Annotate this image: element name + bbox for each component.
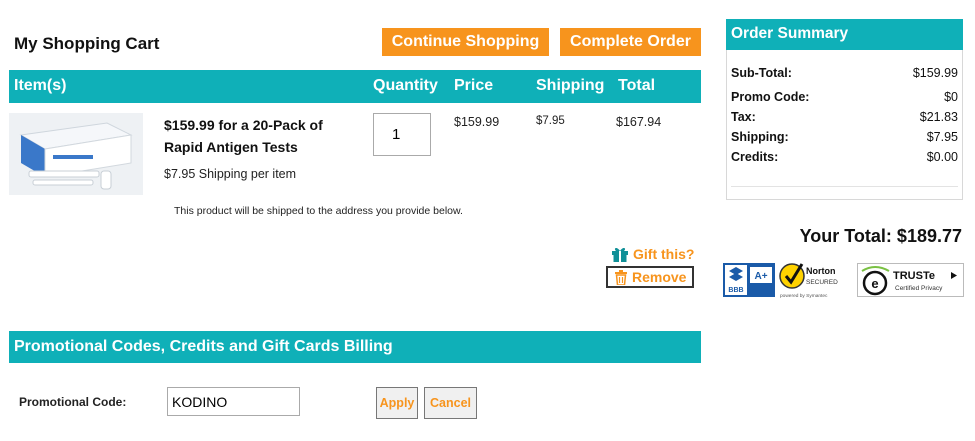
complete-order-button[interactable]: Complete Order [560,28,701,56]
norton-badge[interactable]: Norton SECURED powered by Symantec [778,263,853,299]
gift-icon [612,247,628,262]
product-shipping-note: $7.95 Shipping per item [164,167,297,181]
header-shipping: Shipping [536,77,605,94]
product-image [9,113,143,195]
product-name: $159.99 for a 20-Pack of Rapid Antigen T… [164,117,323,155]
item-shipping: $7.95 [536,115,565,127]
summary-row-subtotal: Sub-Total: $159.99 [731,66,958,80]
bbb-text: BBB [728,287,743,294]
cancel-button[interactable]: Cancel [424,387,477,419]
page-title: My Shopping Cart [14,34,160,53]
trash-icon [615,269,627,285]
summary-row-tax: Tax: $21.83 [731,110,958,124]
continue-shopping-button[interactable]: Continue Shopping [382,28,549,56]
norton-name: Norton [806,266,836,276]
summary-divider [731,186,958,187]
svg-text:e: e [871,276,878,291]
promo-section-title: Promotional Codes, Credits and Gift Card… [14,338,393,355]
promo-section-header: Promotional Codes, Credits and Gift Card… [9,331,701,363]
summary-row-credits: Credits: $0.00 [731,150,958,164]
summary-row-promo: Promo Code: $0 [731,90,958,104]
norton-powered: powered by Symantec [780,293,828,299]
header-items: Item(s) [14,77,67,94]
gift-link[interactable]: Gift this? [611,245,694,263]
promo-code-input[interactable] [167,387,300,416]
remove-label: Remove [632,269,687,285]
summary-row-shipping: Shipping: $7.95 [731,130,958,144]
gift-label: Gift this? [633,246,695,262]
bbb-grade: A+ [754,271,767,282]
remove-button[interactable]: Remove [606,266,694,288]
promo-code-label: Promotional Code: [19,395,127,409]
item-price: $159.99 [454,115,500,129]
header-price: Price [454,77,494,94]
cart-table-header: Item(s) Quantity Price Shipping Total [9,70,701,103]
quantity-input[interactable] [373,113,431,156]
order-summary-header: Order Summary [726,19,963,50]
header-total: Total [618,77,656,94]
header-quantity: Quantity [373,77,438,94]
item-total: $167.94 [616,115,662,129]
bbb-badge[interactable]: BBB A+ [723,263,775,297]
shipping-address-note: This product will be shipped to the addr… [174,205,463,217]
truste-sub: Certified Privacy [895,285,943,292]
apply-button[interactable]: Apply [376,387,418,419]
order-total: Your Total: $189.77 [799,226,962,246]
norton-sub: SECURED [806,279,838,286]
order-summary-title: Order Summary [731,25,849,42]
truste-badge[interactable]: e TRUSTe Certified Privacy [857,263,964,297]
truste-name: TRUSTe [893,270,935,282]
